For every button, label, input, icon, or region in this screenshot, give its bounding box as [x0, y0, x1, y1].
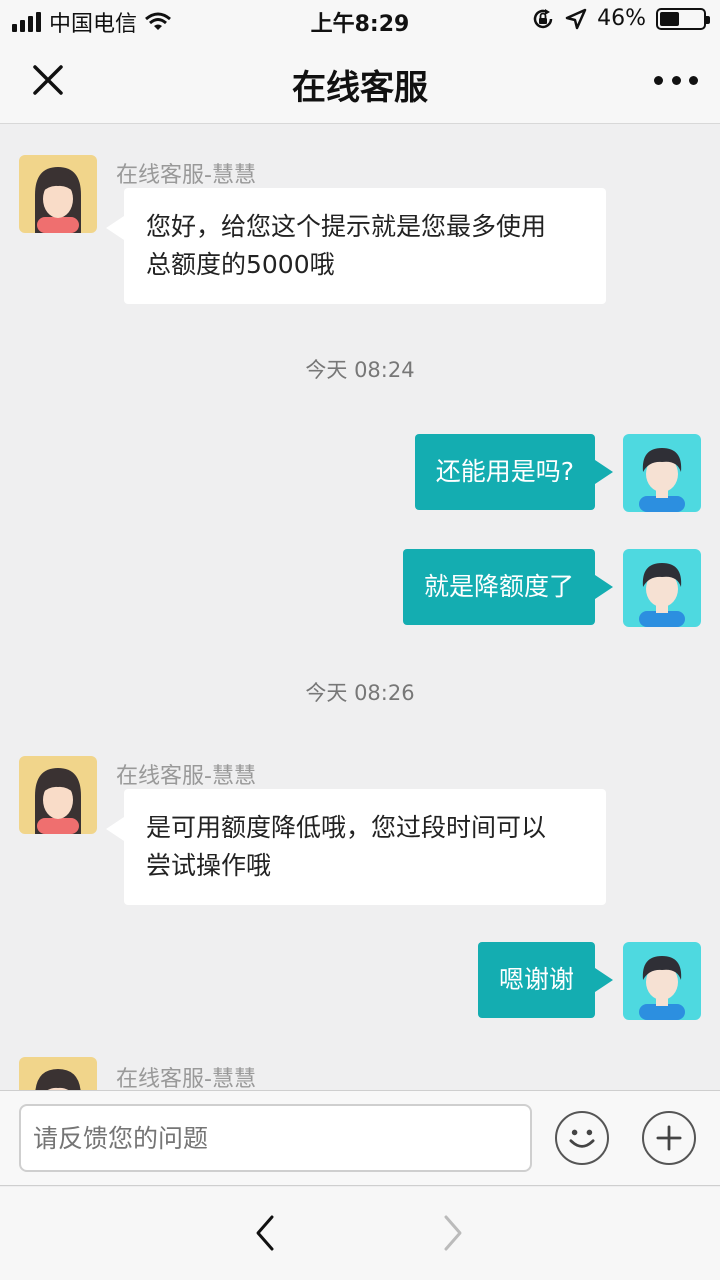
chevron-right-icon[interactable] — [440, 1213, 466, 1253]
battery-icon — [656, 7, 710, 30]
user-message-bubble: 还能用是吗? — [414, 434, 614, 510]
nav-bar: 在线客服 — [0, 40, 720, 124]
sender-name: 在线客服-慧慧 — [116, 764, 256, 789]
message-text: 总额度的5000哦 — [146, 250, 335, 279]
chevron-left-icon[interactable] — [252, 1213, 278, 1253]
message-text: 尝试操作哦 — [146, 851, 272, 880]
agent-message-bubble: 是可用额度降低哦，您过段时间可以 尝试操作哦 — [106, 789, 606, 905]
emoji-icon[interactable] — [555, 1111, 609, 1165]
feedback-input[interactable] — [19, 1104, 532, 1172]
user-avatar — [623, 942, 701, 1020]
browser-toolbar — [0, 1187, 720, 1280]
chat-area[interactable]: 在线客服-慧慧 您好，给您这个提示就是您最多使用 总额度的5000哦 今天 08… — [0, 125, 720, 1090]
agent-message-bubble: 您好，给您这个提示就是您最多使用 总额度的5000哦 — [106, 188, 606, 304]
input-bar — [0, 1090, 720, 1186]
agent-avatar — [19, 756, 97, 834]
message-text: 您好，给您这个提示就是您最多使用 — [146, 212, 547, 241]
user-avatar — [623, 434, 701, 512]
rotation-lock-icon — [533, 8, 553, 28]
location-icon — [565, 8, 587, 29]
user-message-bubble: 就是降额度了 — [402, 549, 614, 625]
page-title: 在线客服 — [292, 68, 428, 108]
agent-avatar — [19, 155, 97, 233]
timestamp: 今天 08:26 — [305, 681, 415, 705]
timestamp: 今天 08:24 — [305, 358, 415, 382]
message-text: 是可用额度降低哦，您过段时间可以 — [146, 813, 547, 842]
more-icon[interactable] — [654, 62, 698, 98]
status-bar: 中国电信 上午8:29 46% — [0, 0, 720, 40]
agent-avatar — [19, 1057, 97, 1090]
user-avatar — [623, 549, 701, 627]
battery-percent: 46% — [597, 6, 646, 31]
sender-name: 在线客服-慧慧 — [116, 1067, 256, 1090]
sender-name: 在线客服-慧慧 — [116, 163, 256, 188]
plus-icon[interactable] — [642, 1111, 696, 1165]
user-message-bubble: 嗯谢谢 — [477, 942, 614, 1018]
